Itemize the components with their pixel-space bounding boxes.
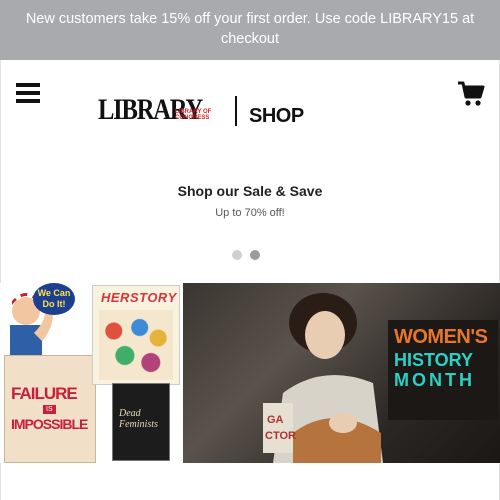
herstory-illustration [99,310,173,380]
poster-failure-line1: FAILURE [11,384,78,403]
dead-feminists-title: Dead Feminists [119,408,158,430]
poster-failure-line3: IMPOSSIBLE [11,416,88,432]
we-can-do-it-bubble: We Can Do It! [33,283,75,315]
failure-impossible-poster: FAILURE IS IMPOSSIBLE [4,355,96,463]
womens-history-month-sign: WOMEN'S HISTORY MONTH [388,320,498,420]
carousel-title[interactable]: Shop our Sale & Save [0,183,500,199]
svg-text:GA: GA [267,414,284,426]
svg-text:CTOR: CTOR [265,430,296,442]
logo-loc-text: LIBRARY OF CONGRESS [175,109,212,121]
poster-failure-line2: IS [43,405,56,414]
womens-history-photo: GA CTOR WOMEN'S HISTORY MONTH [183,283,500,463]
site-logo[interactable]: LIBRARY LIBRARY OF CONGRESS SHOP [98,93,308,129]
logo-shop-text: SHOP [249,105,304,127]
herstory-title: HERSTORY [101,290,177,305]
carousel-dot-2[interactable] [250,250,260,260]
whm-line3: MONTH [394,370,475,390]
promo-text: New customers take 15% off your first or… [25,11,475,47]
whm-line1: WOMEN'S [394,326,488,348]
herstory-book: HERSTORY [92,285,180,385]
logo-divider [235,96,237,126]
carousel-subtitle: Up to 70% off! [215,207,285,219]
carousel-dot-1[interactable] [232,250,242,260]
dead-feminists-book: Dead Feminists [112,383,170,461]
products-collage: We Can Do It! FAILURE IS IMPOSSIBLE HERS… [0,283,182,463]
womens-history-banner[interactable]: We Can Do It! FAILURE IS IMPOSSIBLE HERS… [0,283,500,463]
woman-worker-image: GA CTOR [263,293,383,463]
shopping-cart-icon[interactable] [457,80,485,108]
promo-banner: New customers take 15% off your first or… [0,0,500,60]
hamburger-menu-icon[interactable] [16,83,40,105]
whm-line2: HISTORY [394,350,474,370]
carousel-dots [232,247,268,260]
